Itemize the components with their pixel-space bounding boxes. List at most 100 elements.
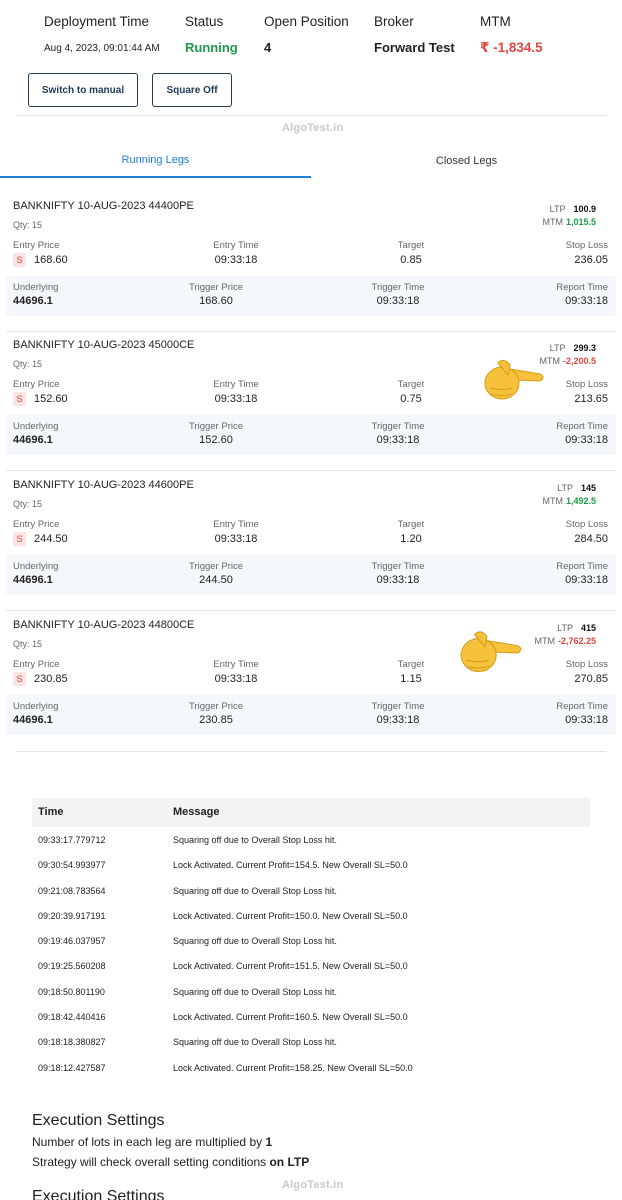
target-value: 1.15 — [400, 673, 422, 685]
watermark: AlgoTest.in — [282, 122, 344, 134]
leg-ltp: LTP 100.9 — [550, 204, 596, 214]
entry-price-label: Entry Price — [13, 519, 60, 530]
trigger-time-label: Trigger Time — [371, 701, 425, 712]
status-value: Running — [185, 40, 238, 55]
target-label: Target — [397, 379, 425, 390]
sell-side-badge: S — [13, 672, 26, 686]
open-position-label: Open Position — [264, 14, 349, 29]
trigger-price-value: 230.85 — [199, 714, 233, 726]
stop-loss-value: 284.50 — [574, 533, 608, 545]
strategy-summary: Deployment Time Aug 4, 2023, 09:01:44 AM… — [0, 0, 622, 70]
mtm-label: MTM — [480, 14, 511, 29]
log-message: Lock Activated. Current Profit=160.5. Ne… — [173, 1012, 408, 1023]
entry-time-label: Entry Time — [213, 379, 259, 390]
trigger-price-value: 152.60 — [199, 434, 233, 446]
underlying-value: 44696.1 — [13, 295, 53, 307]
leg-divider — [6, 470, 616, 471]
underlying-value: 44696.1 — [13, 574, 53, 586]
leg-mtm: MTM -2,762.25 — [534, 636, 596, 646]
report-time-value: 09:33:18 — [565, 295, 608, 307]
leg-mtm: MTM 1,492.5 — [542, 496, 596, 506]
stop-loss-label: Stop Loss — [565, 240, 608, 251]
ltp-label: LTP — [549, 204, 566, 214]
trigger-time-value: 09:33:18 — [376, 574, 420, 586]
open-position-value: 4 — [264, 40, 272, 55]
entry-time-value: 09:33:18 — [214, 673, 258, 685]
log-time: 09:30:54.993977 — [38, 860, 106, 871]
mtm-value: ₹ -1,834.5 — [480, 40, 543, 55]
target-label: Target — [397, 659, 425, 670]
stop-loss-label: Stop Loss — [565, 379, 608, 390]
log-row: 09:21:08.783564 Squaring off due to Overa… — [32, 878, 590, 903]
log-row: 09:18:18.380827 Squaring off due to Overa… — [32, 1029, 590, 1054]
condition-check-value: on LTP — [269, 1155, 310, 1169]
leg-quantity: Qty: 15 — [13, 359, 43, 369]
log-row: 09:19:46.037957 Squaring off due to Overa… — [32, 928, 590, 953]
report-time-value: 09:33:18 — [565, 434, 608, 446]
stop-loss-label: Stop Loss — [565, 659, 608, 670]
trigger-price-value: 244.50 — [199, 574, 233, 586]
log-row: 09:30:54.993977 Lock Activated. Current P… — [32, 852, 590, 877]
deployment-time-value: Aug 4, 2023, 09:01:44 AM — [44, 43, 160, 54]
leg-ltp: LTP 415 — [557, 623, 596, 633]
mtm-label: MTM — [534, 636, 555, 646]
open-position-block: Open Position 4 — [264, 14, 349, 55]
leg-quantity: Qty: 15 — [13, 220, 43, 230]
mtm-block: MTM ₹ -1,834.5 — [480, 14, 543, 56]
condition-check-text: Strategy will check overall setting cond… — [32, 1155, 309, 1169]
log-row: 09:33:17.779712 Squaring off due to Overa… — [32, 827, 590, 852]
log-message: Lock Activated. Current Profit=158.25. N… — [173, 1062, 413, 1073]
target-label: Target — [397, 240, 425, 251]
tab-closed-legs[interactable]: Closed Legs — [311, 144, 622, 178]
target-label: Target — [397, 519, 425, 530]
ltp-label: LTP — [557, 623, 573, 633]
ltp-label: LTP — [549, 343, 566, 353]
leg-symbol: BANKNIFTY 10-AUG-2023 44800CE — [13, 619, 195, 631]
leg-card: BANKNIFTY 10-AUG-2023 44400PE Qty: 15 LTP 1… — [6, 200, 616, 332]
execution-settings-title: Execution Settings — [32, 1112, 165, 1129]
leg-details-row: Underlying Trigger Price Trigger Time Repor… — [6, 276, 616, 316]
log-time: 09:18:18.380827 — [38, 1037, 106, 1048]
underlying-label: Underlying — [13, 701, 59, 712]
entry-price-label: Entry Price — [13, 379, 60, 390]
target-value: 1.20 — [400, 533, 422, 545]
leg-divider — [6, 331, 616, 332]
log-time: 09:18:50.801190 — [38, 986, 105, 997]
log-row: 09:18:42.440416 Lock Activated. Current P… — [32, 1004, 590, 1029]
lots-multiplier-label: Number of lots in each leg are multiplie… — [32, 1135, 266, 1149]
log-time: 09:18:42.440416 — [38, 1012, 106, 1023]
stop-loss-label: Stop Loss — [565, 519, 608, 530]
log-time: 09:19:46.037957 — [38, 936, 106, 947]
legs-tabs: Running Legs Closed Legs — [0, 144, 622, 178]
target-value: 0.85 — [400, 254, 422, 266]
mtm-value: 1,015.5 — [565, 217, 596, 227]
leg-symbol: BANKNIFTY 10-AUG-2023 44400PE — [13, 200, 194, 212]
trigger-time-value: 09:33:18 — [376, 714, 420, 726]
log-table-header: Time Message — [32, 798, 590, 827]
leg-quantity: Qty: 15 — [13, 639, 43, 649]
log-time: 09:20:39.917191 — [38, 910, 106, 921]
log-time: 09:18:12.427587 — [38, 1062, 106, 1073]
execution-settings-title-repeat: Execution Settings — [32, 1188, 165, 1200]
switch-to-manual-button[interactable]: Switch to manual — [28, 73, 138, 107]
lots-multiplier-text: Number of lots in each leg are multiplie… — [32, 1135, 272, 1149]
ltp-value: 100.9 — [573, 204, 596, 214]
report-time-value: 09:33:18 — [565, 714, 608, 726]
trigger-time-label: Trigger Time — [371, 282, 425, 293]
divider — [16, 115, 606, 116]
strategy-log-table: Time Message 09:33:17.779712 Squaring off… — [32, 798, 590, 1080]
log-message: Squaring off due to Overall Stop Loss hi… — [173, 936, 337, 947]
log-row: 09:20:39.917191 Lock Activated. Current P… — [32, 903, 590, 928]
underlying-value: 44696.1 — [13, 714, 53, 726]
report-time-label: Report Time — [556, 421, 608, 432]
log-message: Lock Activated. Current Profit=154.5. Ne… — [173, 860, 408, 871]
square-off-button[interactable]: Square Off — [152, 73, 232, 107]
status-label: Status — [185, 14, 224, 29]
leg-mtm: MTM -2,200.5 — [539, 356, 596, 366]
stop-loss-value: 236.05 — [574, 254, 608, 266]
log-header-time: Time — [38, 806, 64, 818]
tab-running-legs[interactable]: Running Legs — [0, 144, 311, 178]
mtm-value: 1,492.5 — [565, 496, 596, 506]
deployment-time-block: Deployment Time Aug 4, 2023, 09:01:44 AM — [44, 14, 160, 54]
underlying-label: Underlying — [13, 421, 59, 432]
